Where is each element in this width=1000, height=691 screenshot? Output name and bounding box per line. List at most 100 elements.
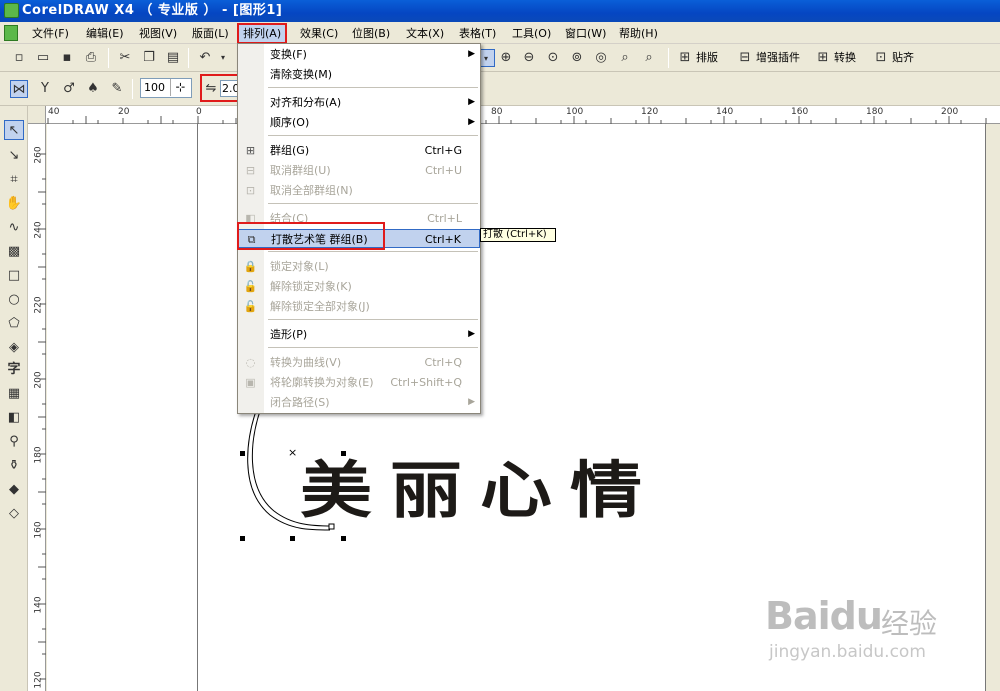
menu-window[interactable]: 窗口(W) bbox=[563, 25, 608, 42]
enhance-plugin-button[interactable]: 增强插件 bbox=[756, 49, 800, 67]
toolbar-separator bbox=[188, 48, 189, 68]
undo-dropdown-icon[interactable]: ▾ bbox=[214, 49, 232, 67]
ellipse-tool-icon[interactable]: ○ bbox=[4, 290, 24, 310]
unlock-all-icon: 🔓 bbox=[243, 300, 258, 313]
outline-tool-icon[interactable]: ⚱ bbox=[4, 456, 24, 476]
ruler-h-label: 180 bbox=[866, 107, 884, 117]
convert-icon[interactable]: ⊞ bbox=[814, 49, 832, 67]
copy-icon[interactable]: ❐ bbox=[140, 49, 158, 67]
ruler-v-label: 180 bbox=[33, 446, 44, 464]
lock-icon: 🔒 bbox=[243, 260, 258, 273]
brush-icon[interactable]: Y bbox=[36, 80, 54, 98]
layout-button[interactable]: 排版 bbox=[696, 49, 718, 67]
vertical-ruler[interactable]: 260 240 220 200 180 160 140 120 bbox=[28, 124, 46, 691]
menu-item-shaping[interactable]: 造形(P) ▶ bbox=[238, 325, 480, 344]
menu-item-close-path[interactable]: 闭合路径(S) ▶ bbox=[238, 393, 480, 412]
unlock-icon: 🔓 bbox=[243, 280, 258, 293]
group-icon: ⊞ bbox=[245, 144, 256, 157]
fill-tool-icon[interactable]: ◆ bbox=[4, 480, 24, 500]
convert-button[interactable]: 转换 bbox=[834, 49, 856, 67]
menu-item-ungroup-all[interactable]: ⊡ 取消全部群组(N) bbox=[238, 181, 480, 200]
ruler-h-label: 20 bbox=[118, 107, 130, 117]
menu-item-unlock-object[interactable]: 🔓 解除锁定对象(K) bbox=[238, 277, 480, 296]
smart-fill-tool-icon[interactable]: ▩ bbox=[4, 242, 24, 262]
menu-item-unlock-all[interactable]: 🔓 解除锁定全部对象(J) bbox=[238, 297, 480, 316]
zoom-all-icon[interactable]: ⊚ bbox=[568, 49, 586, 67]
menu-effects[interactable]: 效果(C) bbox=[298, 25, 340, 42]
new-document-icon[interactable]: ▫ bbox=[10, 49, 28, 67]
tooltip: 打散 (Ctrl+K) bbox=[480, 228, 556, 242]
ruler-h-label: 80 bbox=[491, 107, 503, 117]
watermark-cn: 经验 bbox=[881, 607, 938, 640]
selection-handle[interactable] bbox=[341, 536, 346, 541]
menu-item-clear-transform[interactable]: 清除变换(M) bbox=[238, 65, 480, 84]
selection-handle[interactable] bbox=[290, 536, 295, 541]
menu-view[interactable]: 视图(V) bbox=[137, 25, 179, 42]
menu-arrange[interactable]: 排列(A) bbox=[237, 23, 288, 44]
zoom-height-icon[interactable]: ⌕ bbox=[640, 49, 658, 67]
paste-icon[interactable]: ▤ bbox=[164, 49, 182, 67]
interactive-fill-tool-icon[interactable]: ◇ bbox=[4, 504, 24, 524]
shape-tool-icon[interactable]: ↘ bbox=[4, 146, 24, 166]
menu-layout[interactable]: 版面(L) bbox=[190, 25, 231, 42]
menu-item-ungroup[interactable]: ⊟ 取消群组(U) Ctrl+U bbox=[238, 161, 480, 180]
artistic-text[interactable]: 美丽心情 bbox=[300, 440, 660, 529]
menu-tools[interactable]: 工具(O) bbox=[510, 25, 553, 42]
sprayer-icon[interactable]: ♂ bbox=[60, 80, 78, 98]
menu-item-convert-to-curves[interactable]: ◌ 转换为曲线(V) Ctrl+Q bbox=[238, 353, 480, 372]
rectangle-tool-icon[interactable]: □ bbox=[4, 266, 24, 286]
table-tool-icon[interactable]: ▦ bbox=[4, 384, 24, 404]
watermark-url: jingyan.baidu.com bbox=[769, 642, 926, 662]
text-tool-icon[interactable]: 字 bbox=[4, 360, 24, 380]
undo-icon[interactable]: ↶ bbox=[196, 49, 214, 67]
selection-handle[interactable] bbox=[240, 536, 245, 541]
menu-bar: 文件(F) 编辑(E) 视图(V) 版面(L) 排列(A) 效果(C) 位图(B… bbox=[0, 22, 1000, 44]
eyedropper-tool-icon[interactable]: ⚲ bbox=[4, 432, 24, 452]
menu-item-group[interactable]: ⊞ 群组(G) Ctrl+G bbox=[238, 141, 480, 160]
plugin-icon[interactable]: ⊟ bbox=[736, 49, 754, 67]
menu-help[interactable]: 帮助(H) bbox=[617, 25, 660, 42]
horizontal-ruler[interactable]: 40 20 0 20 40 60 80 100 120 140 160 180 … bbox=[28, 106, 1000, 124]
zoom-page-icon[interactable]: ◎ bbox=[592, 49, 610, 67]
ruler-v-label: 160 bbox=[33, 521, 44, 539]
polygon-tool-icon[interactable]: ⬠ bbox=[4, 314, 24, 334]
smoothing-slider-icon[interactable]: ⊹ bbox=[170, 79, 190, 96]
zoom-width-icon[interactable]: ⌕ bbox=[616, 49, 634, 67]
menu-file[interactable]: 文件(F) bbox=[30, 25, 71, 42]
open-folder-icon[interactable]: ▭ bbox=[34, 49, 52, 67]
pan-tool-icon[interactable]: ✋ bbox=[4, 194, 24, 214]
print-icon[interactable]: ⎙ bbox=[82, 49, 100, 67]
menu-item-order[interactable]: 顺序(O) ▶ bbox=[238, 113, 480, 132]
menu-table[interactable]: 表格(T) bbox=[457, 25, 498, 42]
ruler-origin-corner[interactable] bbox=[28, 106, 46, 124]
menu-item-transform[interactable]: 变换(F) ▶ bbox=[238, 45, 480, 64]
menu-item-lock-object[interactable]: 🔒 锁定对象(L) bbox=[238, 257, 480, 276]
menu-bitmaps[interactable]: 位图(B) bbox=[350, 25, 392, 42]
ruler-v-label: 120 bbox=[33, 671, 44, 689]
zoom-out-icon[interactable]: ⊖ bbox=[520, 49, 538, 67]
freehand-tool-icon[interactable]: ∿ bbox=[4, 218, 24, 238]
menu-text[interactable]: 文本(X) bbox=[404, 25, 446, 42]
menu-separator bbox=[268, 347, 478, 348]
menu-edit[interactable]: 编辑(E) bbox=[84, 25, 126, 42]
zoom-selected-icon[interactable]: ⊙ bbox=[544, 49, 562, 67]
basic-shapes-tool-icon[interactable]: ◈ bbox=[4, 338, 24, 358]
pressure-icon[interactable]: ✎ bbox=[108, 80, 126, 98]
crop-tool-icon[interactable]: ⌗ bbox=[4, 170, 24, 190]
toolbar-separator bbox=[132, 79, 133, 99]
save-icon[interactable]: ▪ bbox=[58, 49, 76, 67]
pick-tool-icon[interactable]: ↖ bbox=[4, 120, 24, 140]
snap-button[interactable]: 贴齐 bbox=[892, 49, 914, 67]
calligraphic-icon[interactable]: ♠ bbox=[84, 80, 102, 98]
menu-item-outline-to-object[interactable]: ▣ 将轮廓转换为对象(E) Ctrl+Shift+Q bbox=[238, 373, 480, 392]
menu-item-align-distribute[interactable]: 对齐和分布(A) ▶ bbox=[238, 93, 480, 112]
toolbar-separator bbox=[668, 48, 669, 68]
layout-icon[interactable]: ⊞ bbox=[676, 49, 694, 67]
zoom-in-icon[interactable]: ⊕ bbox=[497, 49, 515, 67]
interactive-blend-tool-icon[interactable]: ◧ bbox=[4, 408, 24, 428]
snap-icon[interactable]: ⊡ bbox=[872, 49, 890, 67]
document-icon[interactable] bbox=[4, 25, 18, 41]
preset-brush-icon[interactable]: ⋈ bbox=[10, 80, 28, 98]
cut-icon[interactable]: ✂ bbox=[116, 49, 134, 67]
selection-handle[interactable] bbox=[240, 451, 245, 456]
